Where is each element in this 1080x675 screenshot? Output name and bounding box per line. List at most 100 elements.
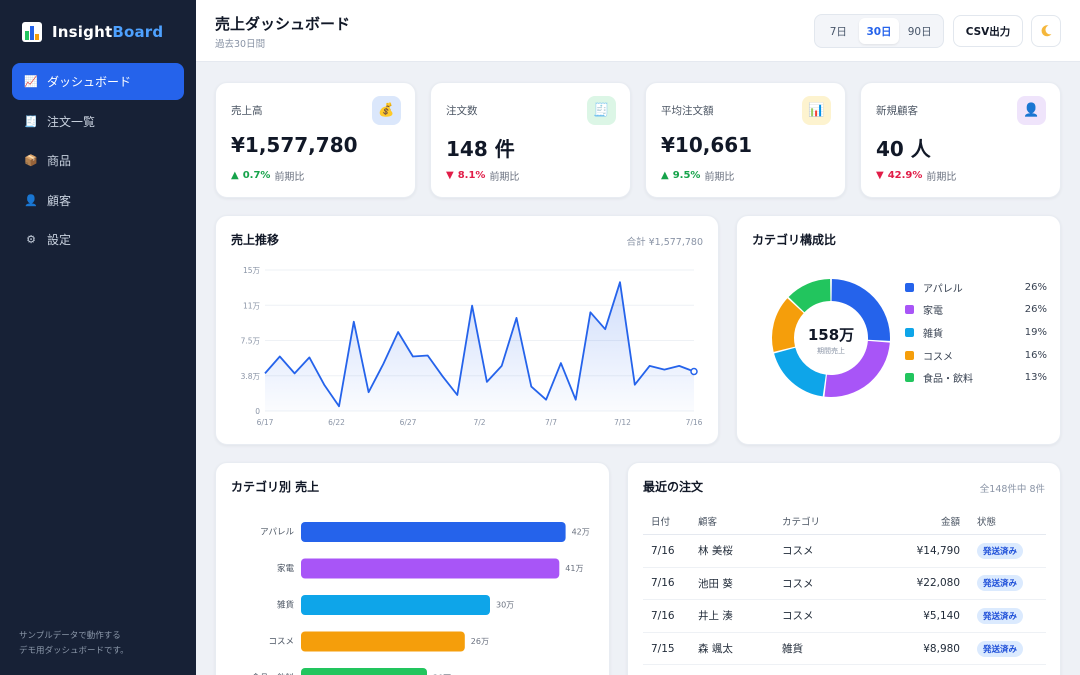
donut-slice — [774, 347, 826, 397]
column-header-customer[interactable]: 顧客 — [698, 514, 782, 528]
category-sales-card: カテゴリ別 売上 アパレル42万家電41万雑貨30万コスメ26万食品・飲料20万 — [215, 462, 610, 675]
legend-item: コスメ 16% — [905, 344, 1047, 367]
legend-label: 家電 — [923, 306, 943, 318]
y-tick-label: 7.5万 — [241, 337, 261, 346]
order-category: 雑貨 — [782, 643, 803, 656]
kpi-compare-label: 前期比 — [704, 172, 735, 183]
bar-chart-icon: 📊 — [802, 96, 831, 125]
x-tick-label: 7/2 — [473, 418, 485, 427]
sidebar-item-1[interactable]: 🧾 注文一覧 — [12, 103, 184, 140]
user-icon: 👤 — [1017, 96, 1046, 125]
legend-swatch — [905, 373, 914, 383]
money-bag-icon: 💰 — [372, 96, 401, 125]
legend-item: アパレル 26% — [905, 276, 1047, 299]
moon-icon — [1041, 25, 1052, 37]
bar-category-label: 家電 — [277, 563, 295, 574]
bar-value-label: 42万 — [572, 528, 590, 537]
sales-trend-card: 売上推移 合計 ¥1,577,780 0 3.8万 7.5万 11万 15万 6/17 6/… — [215, 215, 719, 445]
column-header-status[interactable]: 状態 — [960, 514, 1046, 528]
legend-item: 食品・飲料 13% — [905, 366, 1047, 389]
order-date: 7/16 — [651, 577, 675, 590]
status-badge: 発送済み — [977, 542, 1024, 559]
kpi-card-3: 新規顧客 👤 40 人 ▼ 42.9% 前期比 — [860, 82, 1061, 198]
kpi-value: ¥10,661 — [661, 133, 753, 157]
sidebar-item-label: 設定 — [47, 233, 72, 248]
order-customer: 森 颯太 — [698, 643, 733, 656]
order-status: 発送済み — [960, 640, 1046, 657]
triangle-up-icon: ▲ — [231, 170, 239, 181]
table-row[interactable]: 7/16 井上 湊 コスメ ¥5,140 発送済み — [643, 600, 1046, 633]
sidebar-item-label: 顧客 — [47, 193, 72, 208]
sidebar-item-4[interactable]: ⚙ 設定 — [12, 221, 184, 258]
legend-swatch — [905, 327, 914, 337]
legend-swatch — [905, 350, 914, 360]
legend-percent: 26% — [1024, 281, 1047, 293]
brand[interactable]: InsightBoard — [22, 22, 163, 42]
kpi-value: ¥1,577,780 — [231, 133, 358, 157]
sidebar-item-2[interactable]: 📦 商品 — [12, 142, 184, 179]
chart-icon: 📈 — [24, 75, 38, 88]
y-tick-label: 15万 — [243, 266, 261, 275]
y-tick-label: 0 — [255, 407, 260, 416]
sidebar-nav: 📈 ダッシュボード 🧾 注文一覧 📦 商品 👤 顧客 ⚙ 設定 — [12, 63, 184, 261]
receipt-icon: 🧾 — [587, 96, 616, 125]
range-button-0[interactable]: 7日 — [818, 18, 859, 44]
table-row[interactable]: 7/16 林 美桜 コスメ ¥14,790 発送済み — [643, 535, 1046, 568]
legend-percent: 13% — [1024, 372, 1047, 384]
category-mix-title: カテゴリ構成比 — [752, 233, 837, 247]
column-header-amount[interactable]: 金額 — [866, 514, 960, 528]
x-tick-label: 7/16 — [686, 418, 703, 427]
bar-value-label: 26万 — [471, 637, 489, 646]
bar-value-label: 30万 — [496, 601, 514, 610]
order-status: 発送済み — [960, 542, 1046, 559]
legend-label: 雑貨 — [923, 328, 943, 340]
kpi-card-0: 売上高 💰 ¥1,577,780 ▲ 0.7% 前期比 — [215, 82, 416, 198]
csv-export-button[interactable]: CSV出力 — [953, 15, 1023, 47]
sidebar: InsightBoard 📈 ダッシュボード 🧾 注文一覧 📦 商品 👤 顧客 ⚙ 設定 サンプル… — [0, 0, 196, 675]
gear-icon: ⚙ — [26, 233, 36, 247]
order-amount: ¥8,980 — [923, 642, 960, 655]
kpi-change: ▼ 42.9% 前期比 — [876, 168, 956, 183]
bar-value-label: 41万 — [565, 564, 583, 573]
bar — [301, 668, 427, 675]
kpi-change: ▲ 0.7% 前期比 — [231, 168, 304, 183]
table-row[interactable]: 7/16 池田 葵 コスメ ¥22,080 発送済み — [643, 568, 1046, 601]
bar — [301, 631, 465, 652]
sales-trend-chart: 0 3.8万 7.5万 11万 15万 6/17 6/22 6/27 7/2 7/7 7/12 7/1… — [241, 266, 703, 427]
user-icon: 👤 — [24, 193, 38, 207]
column-header-category[interactable]: カテゴリ — [782, 514, 866, 528]
table-row[interactable]: 7/15 森 颯太 雑貨 ¥8,980 発送済み — [643, 633, 1046, 666]
x-tick-label: 6/22 — [328, 418, 345, 427]
kpi-change: ▼ 8.1% 前期比 — [446, 168, 519, 183]
donut-center-label: 期間売上 — [817, 346, 845, 355]
order-customer: 池田 葵 — [698, 577, 733, 590]
kpi-change-percent: 0.7% — [242, 170, 271, 181]
category-legend: アパレル 26% 家電 26% 雑貨 19% コスメ 16% 食品・飲料 13% — [905, 276, 1047, 389]
order-customer: 井上 湊 — [698, 610, 733, 623]
order-amount: ¥22,080 — [916, 577, 960, 590]
bar-category-label: アパレル — [260, 528, 294, 538]
triangle-down-icon: ▼ — [876, 170, 884, 181]
category-mix-card: カテゴリ構成比 158万 期間売上 アパレル 26% 家電 26% 雑貨 19% … — [736, 215, 1061, 445]
kpi-card-2: 平均注文額 📊 ¥10,661 ▲ 9.5% 前期比 — [645, 82, 846, 198]
legend-item: 家電 26% — [905, 299, 1047, 322]
sidebar-item-0[interactable]: 📈 ダッシュボード — [12, 63, 184, 100]
status-badge: 発送済み — [977, 640, 1024, 657]
receipt-icon: 🧾 — [24, 114, 38, 128]
sidebar-item-3[interactable]: 👤 顧客 — [12, 182, 184, 219]
legend-item: 雑貨 19% — [905, 321, 1047, 344]
legend-swatch — [905, 305, 914, 315]
range-button-1[interactable]: 30日 — [858, 18, 900, 44]
legend-percent: 26% — [1024, 304, 1047, 316]
column-header-date[interactable]: 日付 — [643, 514, 698, 528]
data-point — [690, 367, 698, 376]
range-button-2[interactable]: 90日 — [899, 18, 940, 44]
kpi-label: 新規顧客 — [876, 105, 918, 117]
kpi-value: 40 人 — [876, 137, 931, 161]
legend-label: 食品・飲料 — [923, 374, 973, 386]
theme-toggle-button[interactable] — [1031, 15, 1061, 47]
brand-name: InsightBoard — [52, 23, 164, 41]
kpi-value: 148 件 — [446, 137, 515, 161]
triangle-up-icon: ▲ — [661, 170, 669, 181]
kpi-change-percent: 8.1% — [457, 170, 486, 181]
